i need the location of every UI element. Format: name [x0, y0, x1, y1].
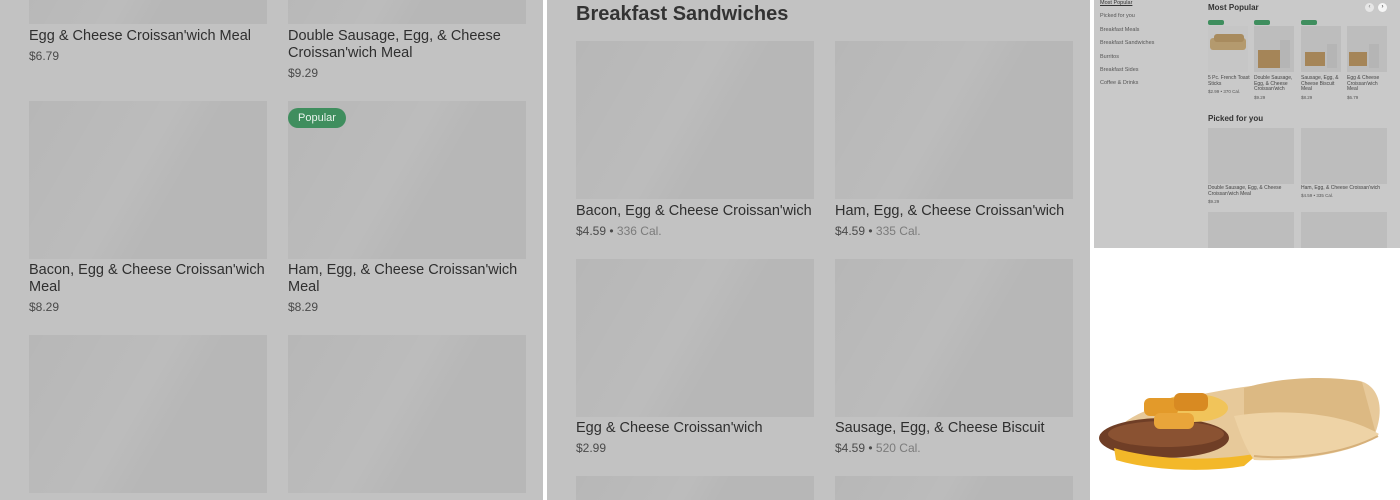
popular-badge: [1254, 20, 1270, 25]
item-price: $8.29: [288, 300, 319, 314]
item-image[interactable]: [576, 259, 814, 417]
meal-image: [1258, 40, 1290, 68]
item-price: $6.79: [1347, 95, 1359, 100]
most-popular-title: Most Popular: [1208, 3, 1259, 12]
item-calories: 336 Cal.: [616, 224, 662, 238]
item-calories: 520 Cal.: [875, 441, 921, 455]
item-image[interactable]: [1208, 128, 1294, 184]
item-name[interactable]: Sausage, Egg, & Cheese Biscuit: [835, 420, 1045, 437]
nav-breakfast-sides[interactable]: Breakfast Sides: [1100, 67, 1139, 73]
item-price: $4.59: [835, 441, 866, 455]
item-price: $8.29: [1301, 95, 1313, 100]
separator: •: [868, 441, 873, 455]
item-name[interactable]: Double Sausage, Egg, & Cheese Croissan'w…: [288, 28, 518, 62]
nav-coffee-drinks[interactable]: Coffee & Drinks: [1100, 80, 1138, 86]
item-name[interactable]: Bacon, Egg & Cheese Croissan'wich Meal: [29, 262, 269, 296]
item-image[interactable]: [1208, 26, 1248, 72]
item-price-line: $4.59 • 335 Cal.: [835, 224, 921, 238]
item-name[interactable]: Ham, Egg, & Cheese Croissan'wich: [835, 203, 1064, 220]
item-image[interactable]: [29, 0, 267, 24]
item-image[interactable]: [29, 101, 267, 259]
popular-badge: Popular: [288, 108, 346, 128]
item-image[interactable]: [288, 0, 526, 24]
item-name[interactable]: Egg & Cheese Croissan'wich: [576, 420, 763, 437]
item-price-line: $4.59 • 520 Cal.: [835, 441, 921, 455]
item-name[interactable]: Egg & Cheese Croissan'wich Meal: [29, 28, 269, 45]
item-price: $6.79: [29, 49, 60, 63]
chevron-left-icon[interactable]: ‹: [1365, 3, 1374, 12]
item-image[interactable]: [835, 41, 1073, 199]
nav-breakfast-sandwiches[interactable]: Breakfast Sandwiches: [1100, 40, 1154, 46]
item-price: $4.59: [576, 224, 607, 238]
item-price: $8.29: [29, 300, 60, 314]
nav-breakfast-meals[interactable]: Breakfast Meals: [1100, 27, 1139, 33]
item-price: $9.29: [1208, 199, 1220, 204]
item-name[interactable]: Egg & Cheese Croissan'wich Meal: [1347, 75, 1389, 93]
item-name[interactable]: Sausage, Egg, & Cheese Biscuit Meal: [1301, 75, 1343, 93]
item-image[interactable]: [576, 476, 814, 500]
item-image[interactable]: [288, 335, 526, 493]
section-title: Breakfast Sandwiches: [576, 3, 789, 25]
separator: •: [868, 224, 873, 238]
breakfast-sandwiches-panel: Breakfast Sandwiches Bacon, Egg & Cheese…: [547, 0, 1090, 500]
item-name[interactable]: Bacon, Egg & Cheese Croissan'wich: [576, 203, 812, 220]
item-name[interactable]: Double Sausage, Egg, & Cheese Croissan'w…: [1208, 185, 1294, 197]
meal-image: [1305, 44, 1337, 68]
burrito-illustration: [1099, 378, 1380, 470]
item-image[interactable]: [1347, 26, 1387, 72]
meals-panel: Egg & Cheese Croissan'wich Meal $6.79 Do…: [0, 0, 543, 500]
item-price: $9.29: [1254, 95, 1266, 100]
nav-burritos[interactable]: Burritos: [1100, 54, 1119, 60]
item-image[interactable]: [576, 41, 814, 199]
picked-for-you-title: Picked for you: [1208, 114, 1264, 123]
item-price-line: $4.59 • 336 Cal.: [576, 224, 662, 238]
item-name[interactable]: Double Sausage, Egg, & Cheese Croissan'w…: [1254, 75, 1296, 93]
item-image[interactable]: [1301, 212, 1387, 248]
burrito-product-image: [1094, 248, 1400, 500]
item-price: $2.99: [576, 441, 607, 455]
item-name[interactable]: Ham, Egg, & Cheese Croissan'wich: [1301, 185, 1387, 192]
popular-badge: [1301, 20, 1317, 25]
french-toast-image: [1210, 34, 1246, 50]
chevron-right-icon[interactable]: ›: [1378, 3, 1387, 12]
item-calories: 335 Cal.: [875, 224, 921, 238]
item-name[interactable]: 5 Pc. French Toast Sticks: [1208, 75, 1250, 87]
item-price: $9.29: [288, 66, 319, 80]
item-image[interactable]: [1254, 26, 1294, 72]
nav-picked-for-you[interactable]: Picked for you: [1100, 13, 1135, 19]
item-image[interactable]: [29, 335, 267, 493]
item-price: $4.59: [835, 224, 866, 238]
menu-overview-thumbnail: Most Popular Picked for you Breakfast Me…: [1094, 0, 1400, 248]
item-image[interactable]: [1208, 212, 1294, 248]
meal-image: [1349, 44, 1379, 68]
popular-badge: [1208, 20, 1224, 25]
item-image[interactable]: [1301, 26, 1341, 72]
item-name[interactable]: Ham, Egg, & Cheese Croissan'wich Meal: [288, 262, 518, 296]
item-image[interactable]: [1301, 128, 1387, 184]
item-price: $2.99 • 370 Cal.: [1208, 89, 1241, 94]
separator: •: [609, 224, 614, 238]
item-image[interactable]: [835, 476, 1073, 500]
nav-most-popular[interactable]: Most Popular: [1100, 0, 1132, 6]
item-price: $4.59 • 335 Cal.: [1301, 193, 1334, 198]
item-image[interactable]: [835, 259, 1073, 417]
